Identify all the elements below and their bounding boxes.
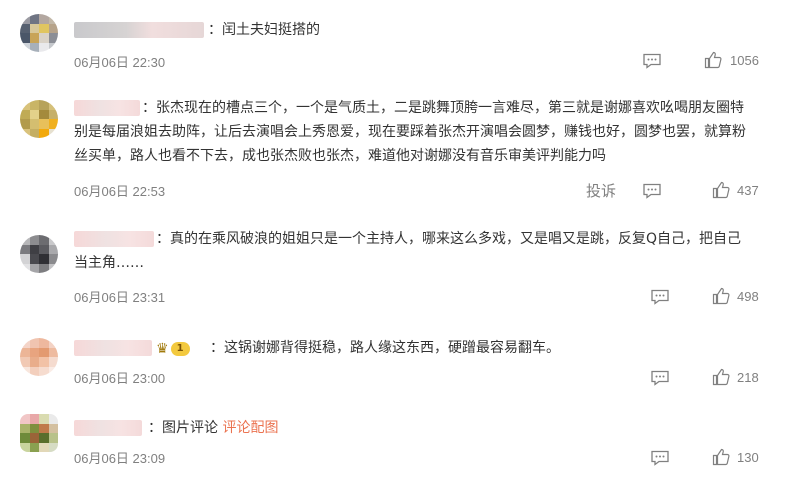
avatar[interactable] [20, 14, 58, 52]
reply-icon[interactable] [650, 370, 670, 386]
reply-icon[interactable] [650, 450, 670, 466]
avatar[interactable] [20, 100, 58, 138]
comment-text: ：真的在乘风破浪的姐姐只是一个主持人，哪来这么多戏，又是唱又是跳，反复Q自己，把… [74, 231, 742, 271]
like-icon[interactable] [712, 368, 730, 386]
like-icon[interactable] [704, 51, 722, 69]
like-count: 1056 [730, 53, 759, 68]
reply-icon[interactable] [642, 183, 662, 199]
avatar[interactable] [20, 414, 58, 452]
like-count: 218 [737, 370, 759, 385]
image-comment-link[interactable]: 评论配图 [222, 420, 278, 436]
reply-icon[interactable] [642, 53, 662, 69]
comment-item: ：张杰现在的槽点三个，一个是气质土，二是跳舞顶胯一言难尽，第三就是谢娜喜欢吆喝朋… [0, 90, 785, 215]
vip-badge[interactable]: ♛ 1 [156, 340, 190, 358]
comment-item: ：图片评论 评论配图 06月06日 23:09 130 [0, 400, 785, 478]
comment-time: 06月06日 23:09 [74, 451, 166, 466]
comment-text: ：张杰现在的槽点三个，一个是气质土，二是跳舞顶胯一言难尽，第三就是谢娜喜欢吆喝朋… [74, 100, 746, 164]
username-blurred[interactable] [74, 22, 204, 38]
badge-level: 1 [170, 342, 190, 356]
comment-text: ：图片评论 评论配图 [148, 420, 279, 436]
comment-time: 06月06日 22:30 [74, 55, 166, 70]
comment-time: 06月06日 23:31 [74, 290, 166, 305]
comment-item: ：闰土夫妇挺搭的 06月06日 22:30 1056 [0, 0, 785, 90]
comment-text: ：这锅谢娜背得挺稳，路人缘这东西，硬蹭最容易翻车。 [210, 340, 560, 356]
like-count: 130 [737, 450, 759, 465]
avatar[interactable] [20, 338, 58, 376]
comment-item: ：真的在乘风破浪的姐姐只是一个主持人，哪来这么多戏，又是唱又是跳，反复Q自己，把… [0, 215, 785, 320]
report-button[interactable]: 投诉 [586, 180, 616, 201]
comment-time: 06月06日 23:00 [74, 371, 166, 386]
crown-icon: ♛ [156, 341, 169, 357]
like-count: 498 [737, 289, 759, 304]
username-blurred[interactable] [74, 420, 142, 436]
avatar[interactable] [20, 235, 58, 273]
username-blurred[interactable] [74, 340, 152, 356]
comment-item: ♛ 1 ：这锅谢娜背得挺稳，路人缘这东西，硬蹭最容易翻车。 06月06日 23:… [0, 320, 785, 400]
reply-icon[interactable] [650, 289, 670, 305]
like-icon[interactable] [712, 181, 730, 199]
comment-time: 06月06日 22:53 [74, 184, 166, 199]
like-count: 437 [737, 183, 759, 198]
comment-text: ：闰土夫妇挺搭的 [208, 22, 320, 38]
like-icon[interactable] [712, 448, 730, 466]
like-icon[interactable] [712, 287, 730, 305]
